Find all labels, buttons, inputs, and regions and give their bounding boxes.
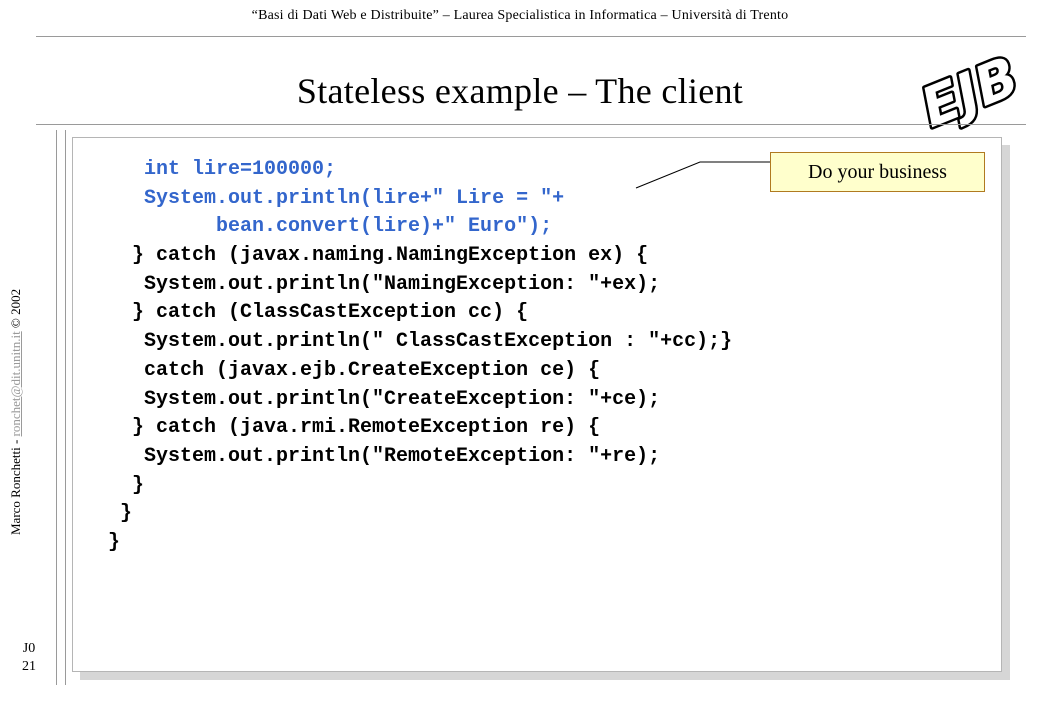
code-line: } catch (javax.naming.NamingException ex… — [108, 244, 649, 268]
slide-number: J0 21 — [14, 640, 44, 676]
code-line: System.out.println("CreateException: "+c… — [108, 387, 661, 411]
slide-title: Stateless example – The client — [296, 71, 744, 111]
author-email-link[interactable]: ronchet@dit.unitn.it — [8, 331, 23, 436]
title-divider — [36, 124, 1026, 125]
ejb-logo: EJB — [910, 42, 1030, 130]
code-line: System.out.println("NamingException: "+e… — [108, 272, 661, 296]
ejb-logo-text: EJB — [912, 45, 1027, 130]
code-line: } catch (ClassCastException cc) { — [108, 301, 529, 325]
callout-note: Do your business — [770, 152, 985, 192]
author-name: Marco Ronchetti - — [8, 436, 23, 535]
code-line: } — [108, 473, 145, 497]
code-line: } — [108, 502, 133, 526]
code-line: catch (javax.ejb.CreateException ce) { — [108, 358, 601, 382]
code-line: bean.convert(lire)+" Euro"); — [108, 215, 553, 239]
code-line: } catch (java.rmi.RemoteException re) { — [108, 416, 601, 440]
left-vertical-rule — [56, 130, 66, 685]
header-divider — [36, 36, 1026, 37]
code-line: System.out.println(lire+" Lire = "+ — [108, 186, 565, 210]
code-line: } — [108, 530, 121, 554]
code-line: System.out.println("RemoteException: "+r… — [108, 444, 661, 468]
code-listing: int lire=100000; System.out.println(lire… — [108, 156, 732, 558]
course-header: “Basi di Dati Web e Distribuite” – Laure… — [251, 8, 789, 23]
code-line: int lire=100000; — [108, 158, 337, 181]
section-id: J0 — [22, 641, 36, 656]
code-line: System.out.println(" ClassCastException … — [108, 330, 733, 354]
copyright-year: © 2002 — [8, 288, 23, 332]
page-number: 21 — [22, 659, 36, 674]
